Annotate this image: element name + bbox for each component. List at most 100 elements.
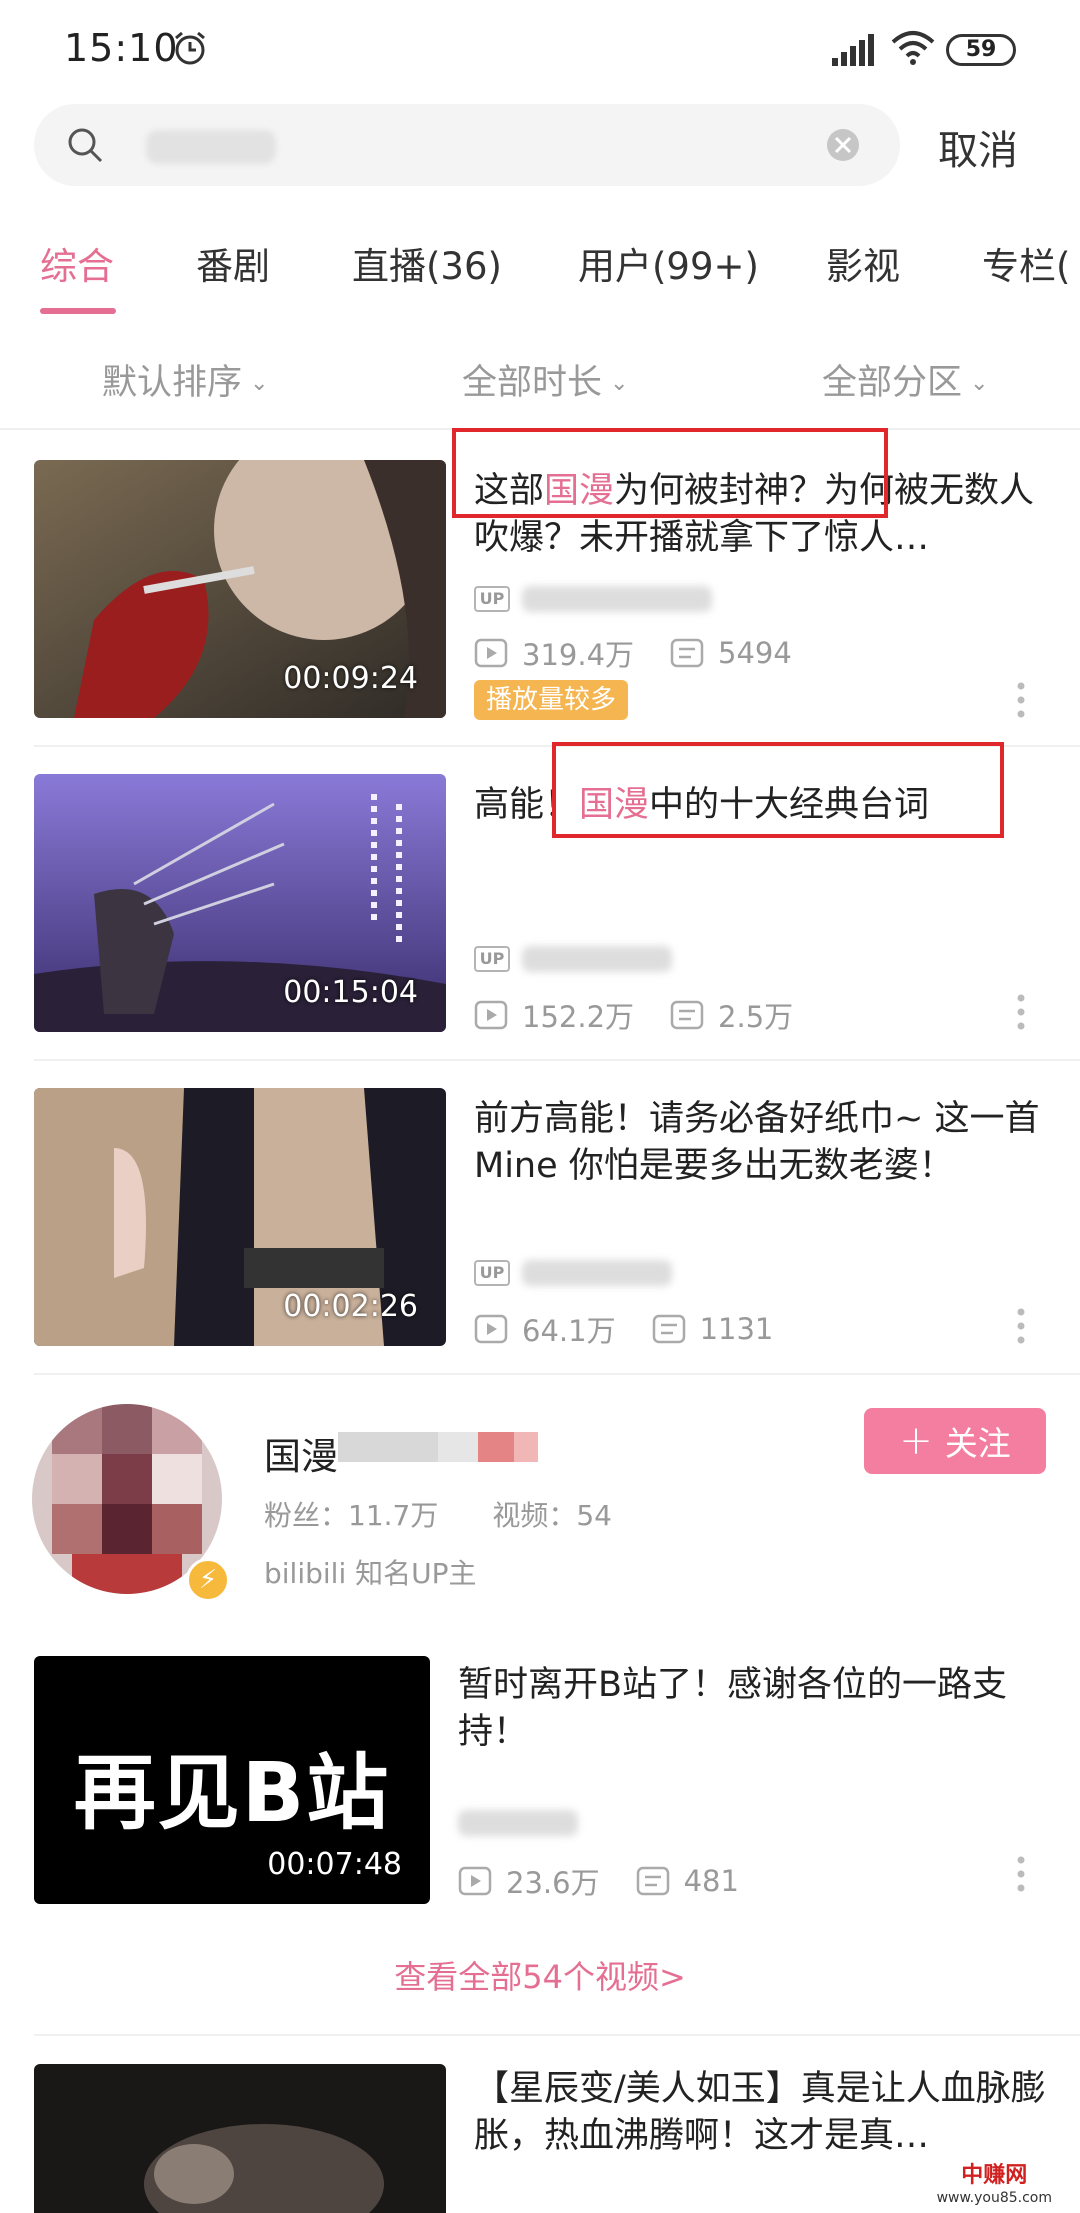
user-video-item[interactable]: 再见B站 00:07:48 暂时离开B站了！感谢各位的一路支持！ 23.6万 4… bbox=[0, 1620, 1080, 1920]
danmaku-count: 2.5万 bbox=[718, 1000, 794, 1034]
video-title: 前方高能！请务必备好纸巾~ 这一首Mine 你怕是要多出无数老婆！ bbox=[474, 1099, 1040, 1186]
status-bar: 15:10 59 bbox=[0, 0, 1080, 100]
alarm-icon bbox=[175, 31, 205, 65]
video-thumbnail[interactable]: 00:02:26 bbox=[34, 1088, 446, 1346]
verified-badge-icon: ⚡ bbox=[186, 1558, 230, 1602]
stats-row: 152.2万 2.5万 bbox=[474, 994, 793, 1036]
filter-sort[interactable]: 默认排序 ⌄ bbox=[102, 354, 268, 405]
danmaku-count: 481 bbox=[683, 1864, 739, 1898]
video-duration: 00:02:26 bbox=[283, 1289, 418, 1324]
user-card[interactable]: ⚡ 国漫 粉丝：11.7万 视频：54 bilibili 知名UP主 + 关注 bbox=[0, 1380, 1080, 1610]
filter-sort-label: 默认排序 bbox=[102, 363, 243, 403]
tab-bangumi[interactable]: 番剧 bbox=[196, 236, 270, 290]
danmaku-icon bbox=[670, 638, 704, 668]
tab-column[interactable]: 专栏( bbox=[982, 236, 1070, 290]
search-tabs: 综合 番剧 直播(36) 用户(99+) 影视 专栏( bbox=[0, 222, 1080, 314]
view-count: 64.1万 bbox=[522, 1314, 616, 1348]
play-count-icon bbox=[474, 1314, 508, 1344]
tab-live[interactable]: 直播(36) bbox=[352, 236, 502, 290]
tab-film[interactable]: 影视 bbox=[826, 236, 900, 290]
search-icon bbox=[68, 128, 103, 163]
chevron-down-icon: ⌄ bbox=[610, 371, 629, 396]
plus-icon: + bbox=[899, 1418, 933, 1464]
uploader-name-blurred bbox=[522, 1260, 672, 1286]
search-input[interactable] bbox=[34, 104, 900, 186]
search-query-blurred bbox=[146, 130, 276, 164]
tab-comprehensive[interactable]: 综合 bbox=[40, 236, 114, 290]
view-all-videos-link[interactable]: 查看全部54个视频> bbox=[0, 1952, 1080, 1998]
uploader-row: UP bbox=[474, 586, 712, 612]
date-row bbox=[458, 1810, 578, 1836]
follow-label: 关注 bbox=[944, 1424, 1011, 1463]
hot-badge: 播放量较多 bbox=[474, 680, 629, 720]
video-thumbnail[interactable]: 00:15:04 bbox=[34, 774, 446, 1032]
up-badge-icon: UP bbox=[474, 946, 510, 972]
video-thumbnail[interactable]: 00:09:24 bbox=[34, 460, 446, 718]
search-row: 取消 bbox=[0, 100, 1080, 210]
uploader-row: UP bbox=[474, 946, 672, 972]
danmaku-icon bbox=[652, 1314, 685, 1344]
filter-bar: 默认排序 ⌄ 全部时长 ⌄ 全部分区 ⌄ bbox=[0, 334, 1080, 430]
filter-zone[interactable]: 全部分区 ⌄ bbox=[822, 354, 988, 405]
more-options-icon[interactable] bbox=[1016, 1854, 1026, 1894]
status-time: 15:10 bbox=[64, 26, 179, 70]
chevron-down-icon: ⌄ bbox=[250, 371, 269, 396]
stats-row: 319.4万 5494 bbox=[474, 632, 792, 674]
more-options-icon[interactable] bbox=[1016, 992, 1026, 1032]
watermark-title: 中赚网 bbox=[961, 2163, 1028, 2188]
annotation-box bbox=[552, 742, 1004, 838]
annotation-box bbox=[452, 428, 888, 518]
danmaku-count: 1131 bbox=[699, 1312, 774, 1346]
filter-zone-label: 全部分区 bbox=[822, 363, 963, 403]
follow-button[interactable]: + 关注 bbox=[864, 1408, 1046, 1474]
video-duration: 00:09:24 bbox=[283, 661, 418, 696]
uploader-name-blurred bbox=[522, 586, 712, 612]
video-duration: 00:07:48 bbox=[267, 1847, 402, 1882]
view-count: 152.2万 bbox=[522, 1000, 635, 1034]
play-count-icon bbox=[474, 638, 508, 668]
watermark: 中赚网 www.you85.com bbox=[937, 2165, 1052, 2209]
video-duration: 00:15:04 bbox=[283, 975, 418, 1010]
up-badge-icon: UP bbox=[474, 1260, 510, 1286]
signal-icon bbox=[832, 34, 874, 66]
up-badge-icon: UP bbox=[474, 586, 510, 612]
uploader-row: UP bbox=[474, 1260, 672, 1286]
video-count: 视频：54 bbox=[492, 1499, 612, 1532]
chevron-down-icon: ⌄ bbox=[970, 371, 989, 396]
video-thumbnail[interactable]: 再见B站 00:07:48 bbox=[34, 1656, 430, 1904]
danmaku-icon bbox=[670, 1000, 704, 1030]
watermark-url: www.you85.com bbox=[936, 2190, 1052, 2206]
filter-duration-label: 全部时长 bbox=[462, 363, 603, 403]
more-options-icon[interactable] bbox=[1016, 1306, 1026, 1346]
view-count: 23.6万 bbox=[506, 1866, 600, 1900]
stats-row: 64.1万 1131 bbox=[474, 1308, 773, 1350]
video-item[interactable]: 00:02:26 前方高能！请务必备好纸巾~ 这一首Mine 你怕是要多出无数老… bbox=[0, 1060, 1080, 1372]
danmaku-icon bbox=[636, 1866, 669, 1896]
cancel-button[interactable]: 取消 bbox=[938, 118, 1018, 176]
date-blurred bbox=[458, 1810, 578, 1836]
clear-icon[interactable] bbox=[824, 126, 862, 164]
user-stats: 粉丝：11.7万 视频：54 bbox=[264, 1494, 666, 1534]
more-options-icon[interactable] bbox=[1016, 680, 1026, 720]
user-name-blurred bbox=[338, 1432, 538, 1462]
wifi-icon bbox=[891, 31, 935, 65]
video-title: 暂时离开B站了！感谢各位的一路支持！ bbox=[458, 1665, 1008, 1752]
video-item[interactable]: 【星辰变/美人如玉】真是让人血脉膨胀，热血沸腾啊！这才是真… bbox=[0, 2036, 1080, 2213]
fans-count: 粉丝：11.7万 bbox=[264, 1499, 439, 1532]
danmaku-count: 5494 bbox=[718, 636, 792, 670]
view-count: 319.4万 bbox=[522, 638, 635, 672]
divider bbox=[34, 1373, 1080, 1375]
video-thumbnail[interactable] bbox=[34, 2064, 446, 2213]
video-title: 【星辰变/美人如玉】真是让人血脉膨胀，热血沸腾啊！这才是真… bbox=[474, 2069, 1046, 2156]
uploader-name-blurred bbox=[522, 946, 672, 972]
stats-row: 23.6万 481 bbox=[458, 1860, 739, 1902]
play-count-icon bbox=[474, 1000, 508, 1030]
tab-users[interactable]: 用户(99+) bbox=[578, 236, 759, 290]
play-count-icon bbox=[458, 1866, 492, 1896]
tab-indicator bbox=[40, 308, 116, 314]
user-description: bilibili 知名UP主 bbox=[264, 1557, 477, 1590]
filter-duration[interactable]: 全部时长 ⌄ bbox=[462, 354, 628, 405]
battery-indicator: 59 bbox=[946, 34, 1016, 66]
thumbnail-text: 再见B站 bbox=[73, 1746, 391, 1841]
user-name[interactable]: 国漫 bbox=[264, 1426, 338, 1480]
